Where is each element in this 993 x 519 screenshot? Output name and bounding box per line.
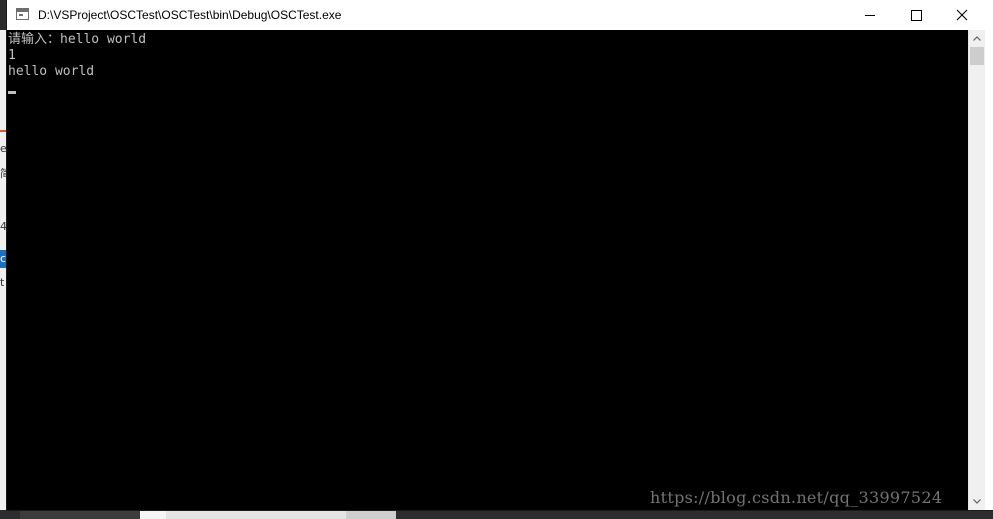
vertical-scrollbar[interactable] <box>968 30 985 510</box>
console-line-echo: hello world <box>8 64 95 79</box>
close-icon <box>956 9 968 21</box>
minimize-button[interactable] <box>847 0 893 30</box>
scroll-down-button[interactable] <box>969 493 985 510</box>
chevron-down-icon <box>973 499 981 504</box>
text-cursor <box>8 91 16 94</box>
window-right-border <box>985 30 993 510</box>
console-app-icon[interactable] <box>16 8 29 20</box>
maximize-icon <box>911 10 922 21</box>
scroll-up-button[interactable] <box>969 30 985 47</box>
minimize-icon <box>865 15 875 16</box>
maximize-button[interactable] <box>893 0 939 30</box>
window-title: D:\VSProject\OSCTest\OSCTest\bin\Debug\O… <box>38 8 342 22</box>
console-line-result: 1 <box>8 48 16 63</box>
title-bar[interactable]: D:\VSProject\OSCTest\OSCTest\bin\Debug\O… <box>7 0 993 30</box>
close-button[interactable] <box>939 0 985 30</box>
scrollbar-thumb[interactable] <box>970 47 984 65</box>
watermark-text: https://blog.csdn.net/qq_33997524 <box>650 488 943 507</box>
background-taskbar-strip <box>0 510 993 519</box>
console-line-prompt: 请输入：hello world <box>8 32 147 47</box>
console-output[interactable]: 请输入：hello world 1 hello world https://bl… <box>7 30 968 510</box>
chevron-up-icon <box>973 36 981 41</box>
console-window[interactable]: D:\VSProject\OSCTest\OSCTest\bin\Debug\O… <box>7 0 993 510</box>
desktop: e 简 4( c t D:\VSProject\OSCTest\OSCTest\… <box>0 0 993 519</box>
